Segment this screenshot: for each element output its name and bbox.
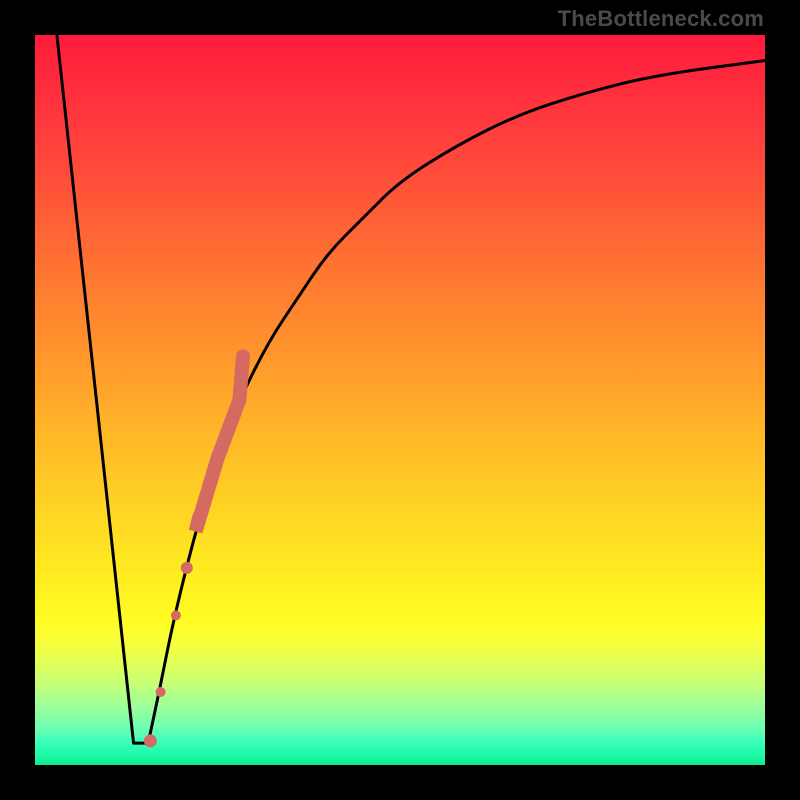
highlight-dot xyxy=(181,562,193,574)
curve-group xyxy=(57,35,765,743)
chart-frame: TheBottleneck.com xyxy=(0,0,800,800)
watermark-text: TheBottleneck.com xyxy=(558,6,764,32)
plot-area xyxy=(35,35,765,765)
highlight-dot xyxy=(144,734,157,747)
bottleneck-curve xyxy=(57,35,765,743)
chart-svg xyxy=(35,35,765,765)
highlight-group xyxy=(144,356,243,747)
highlight-dot xyxy=(156,687,166,697)
highlight-band xyxy=(196,356,243,531)
highlight-dot xyxy=(171,610,181,620)
